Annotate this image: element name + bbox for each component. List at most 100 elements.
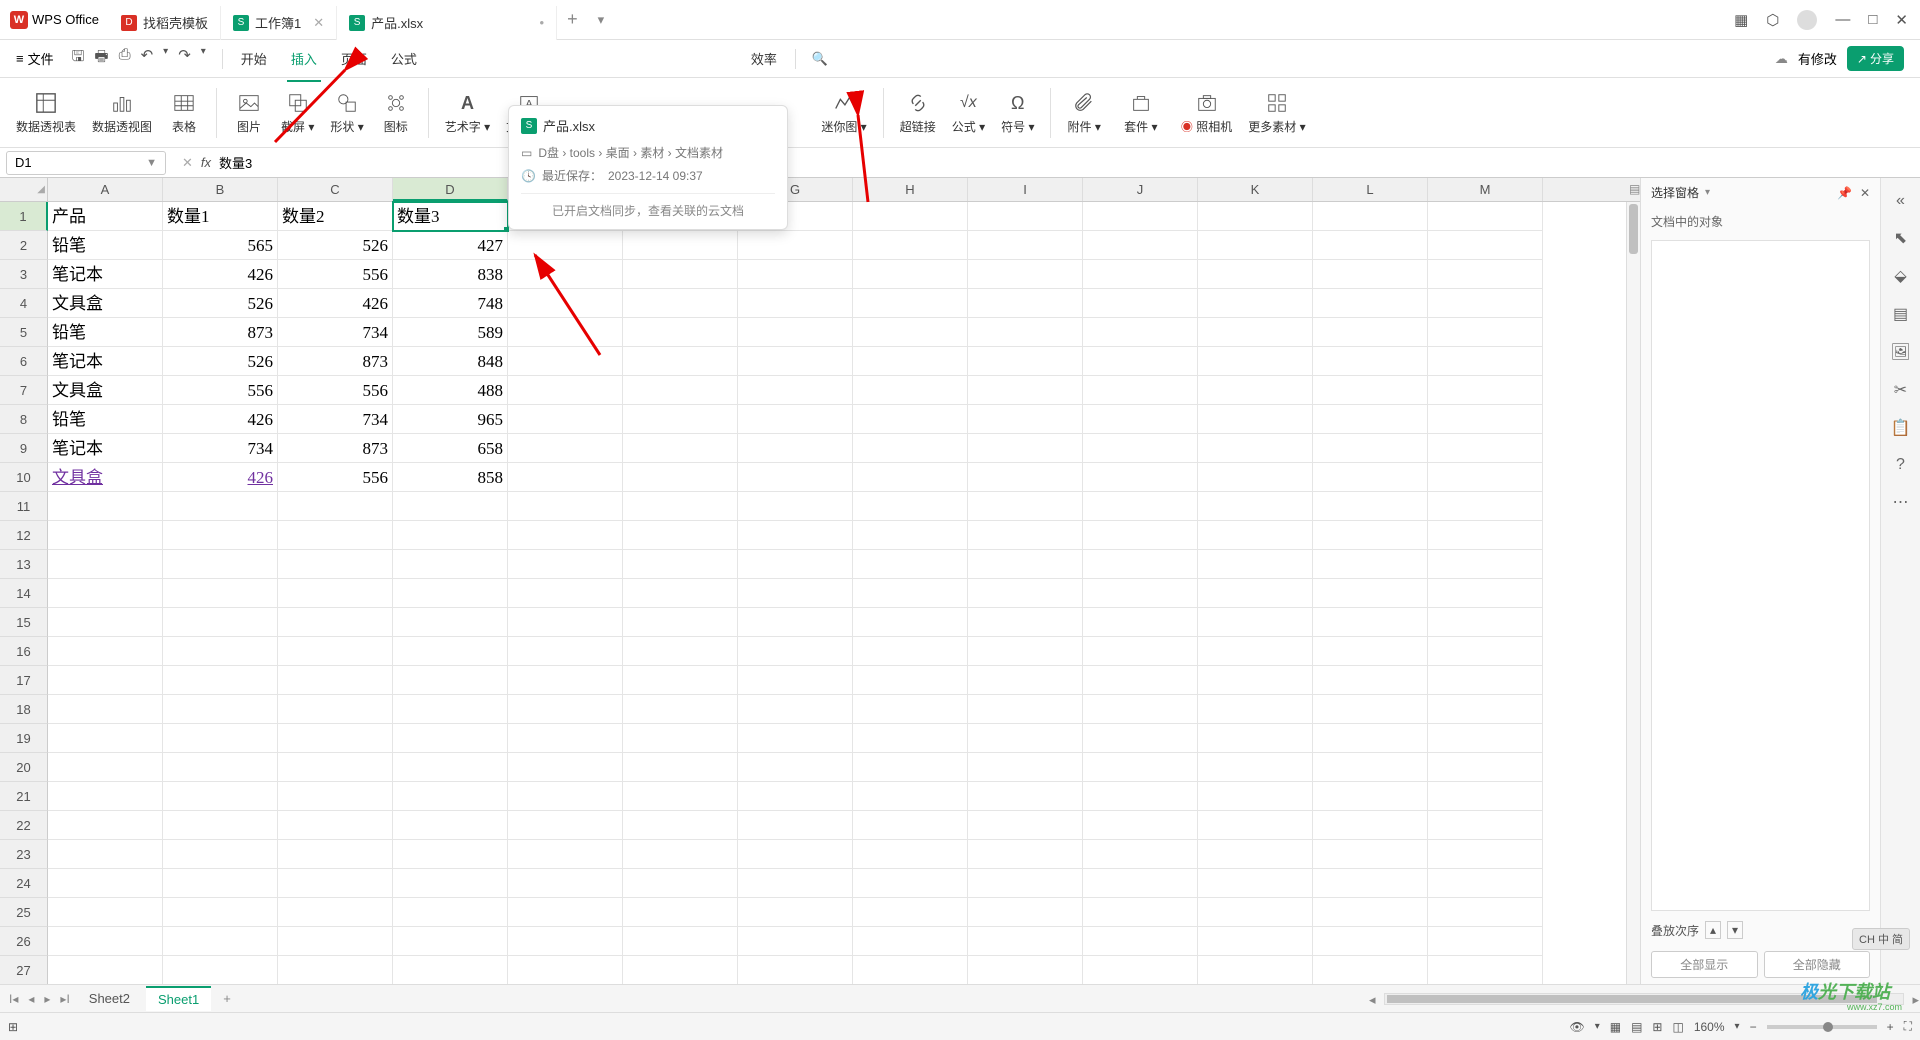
cell[interactable]	[48, 637, 163, 666]
row-header[interactable]: 19	[0, 724, 48, 753]
cell[interactable]	[163, 898, 278, 927]
cell[interactable]	[1198, 231, 1313, 260]
maximize-button[interactable]: □	[1868, 11, 1877, 28]
cell[interactable]: 铅笔	[48, 405, 163, 434]
cell[interactable]	[1198, 347, 1313, 376]
cell[interactable]	[1313, 608, 1428, 637]
sheet-tab-sheet2[interactable]: Sheet2	[77, 987, 142, 1010]
cell[interactable]: 848	[393, 347, 508, 376]
cell[interactable]: 858	[393, 463, 508, 492]
cell[interactable]	[623, 811, 738, 840]
cell[interactable]	[1198, 579, 1313, 608]
cell[interactable]	[968, 550, 1083, 579]
cell[interactable]: 526	[278, 231, 393, 260]
cell[interactable]	[738, 260, 853, 289]
cell[interactable]	[1313, 434, 1428, 463]
cell[interactable]	[1198, 550, 1313, 579]
cell[interactable]	[1198, 840, 1313, 869]
cell[interactable]	[738, 608, 853, 637]
cell[interactable]	[278, 782, 393, 811]
cell[interactable]	[1083, 521, 1198, 550]
cell[interactable]	[853, 782, 968, 811]
cell[interactable]	[1313, 840, 1428, 869]
cell[interactable]	[1083, 202, 1198, 231]
cell[interactable]	[968, 898, 1083, 927]
menu-tab-formula[interactable]: 公式	[379, 43, 429, 74]
chevron-down-icon[interactable]: ▾	[1705, 187, 1710, 198]
cell[interactable]	[393, 898, 508, 927]
cell[interactable]	[1313, 289, 1428, 318]
cell[interactable]	[738, 753, 853, 782]
cell[interactable]	[853, 695, 968, 724]
cell[interactable]	[508, 666, 623, 695]
cell[interactable]	[48, 666, 163, 695]
hyperlink-button[interactable]: 超链接	[894, 88, 942, 137]
cell[interactable]: 556	[278, 376, 393, 405]
cell[interactable]	[623, 695, 738, 724]
cell[interactable]	[853, 347, 968, 376]
cell[interactable]	[48, 869, 163, 898]
share-button[interactable]: ↗ 分享	[1847, 46, 1904, 71]
cell[interactable]	[623, 347, 738, 376]
cell[interactable]	[163, 724, 278, 753]
table-button[interactable]: 表格	[162, 88, 206, 137]
cell[interactable]	[738, 724, 853, 753]
cell[interactable]	[393, 753, 508, 782]
cell[interactable]	[1083, 405, 1198, 434]
cell[interactable]: 556	[278, 463, 393, 492]
show-all-button[interactable]: 全部显示	[1651, 951, 1758, 978]
menu-tab-page[interactable]: 页面	[329, 43, 379, 74]
cell[interactable]	[1428, 347, 1543, 376]
cell[interactable]	[163, 840, 278, 869]
cell[interactable]	[278, 695, 393, 724]
cell[interactable]	[738, 550, 853, 579]
cell[interactable]	[48, 492, 163, 521]
column-header[interactable]: M	[1428, 178, 1543, 201]
cell[interactable]	[1428, 956, 1543, 984]
cell[interactable]	[1313, 869, 1428, 898]
cell[interactable]	[853, 753, 968, 782]
cell[interactable]	[508, 231, 623, 260]
wordart-button[interactable]: A艺术字 ▾	[439, 88, 496, 137]
cell[interactable]	[1198, 202, 1313, 231]
cell[interactable]	[1083, 869, 1198, 898]
row-header[interactable]: 12	[0, 521, 48, 550]
cell[interactable]	[1428, 550, 1543, 579]
cell[interactable]	[508, 318, 623, 347]
cell[interactable]: 426	[163, 405, 278, 434]
cell[interactable]	[508, 608, 623, 637]
cell[interactable]	[508, 869, 623, 898]
cell[interactable]	[1198, 956, 1313, 984]
cell[interactable]	[1428, 927, 1543, 956]
layout-icon[interactable]: ▤	[1893, 304, 1908, 324]
cell[interactable]	[1198, 811, 1313, 840]
cell[interactable]	[1083, 666, 1198, 695]
cell[interactable]	[278, 840, 393, 869]
cell[interactable]	[853, 840, 968, 869]
cell[interactable]	[1198, 927, 1313, 956]
cell[interactable]	[1428, 376, 1543, 405]
kit-button[interactable]: 套件 ▾	[1111, 88, 1171, 137]
cell[interactable]	[623, 376, 738, 405]
row-header[interactable]: 20	[0, 753, 48, 782]
cell[interactable]	[1083, 782, 1198, 811]
cell[interactable]	[623, 318, 738, 347]
camera-button[interactable]: ◉ 照相机	[1175, 88, 1238, 137]
cell[interactable]	[1083, 318, 1198, 347]
cell[interactable]	[393, 840, 508, 869]
cloud-icon[interactable]: ☁	[1775, 51, 1788, 67]
cell[interactable]	[508, 753, 623, 782]
cell[interactable]	[1198, 463, 1313, 492]
cell[interactable]	[968, 579, 1083, 608]
cell[interactable]	[853, 724, 968, 753]
spreadsheet-grid[interactable]: ◢ ABCDEFGHIJKLM 1产品数量1数量2数量32铅笔565526427…	[0, 178, 1640, 984]
cell[interactable]	[853, 289, 968, 318]
cell[interactable]	[1083, 289, 1198, 318]
cell[interactable]	[163, 550, 278, 579]
picture-button[interactable]: 图片	[227, 88, 271, 137]
cell[interactable]	[278, 637, 393, 666]
cell[interactable]	[968, 869, 1083, 898]
fx-icon[interactable]: fx	[201, 155, 211, 170]
cell[interactable]	[1313, 492, 1428, 521]
cell[interactable]	[968, 289, 1083, 318]
